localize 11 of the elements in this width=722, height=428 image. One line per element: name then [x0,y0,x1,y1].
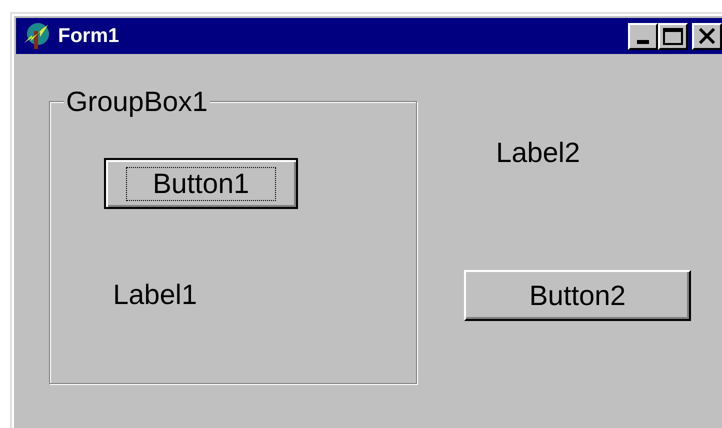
minimize-icon [637,40,649,44]
close-button[interactable] [692,22,722,50]
label-text: Label1 [113,278,198,312]
push-button[interactable]: Button1 [104,158,298,209]
minimize-button[interactable] [628,22,658,50]
maximize-icon [663,28,683,44]
push-button[interactable]: Button2 [464,270,691,321]
window-title: Form1 [58,24,120,49]
label-text: Label2 [496,136,580,170]
close-icon [698,28,716,44]
maximize-button[interactable] [658,22,688,50]
